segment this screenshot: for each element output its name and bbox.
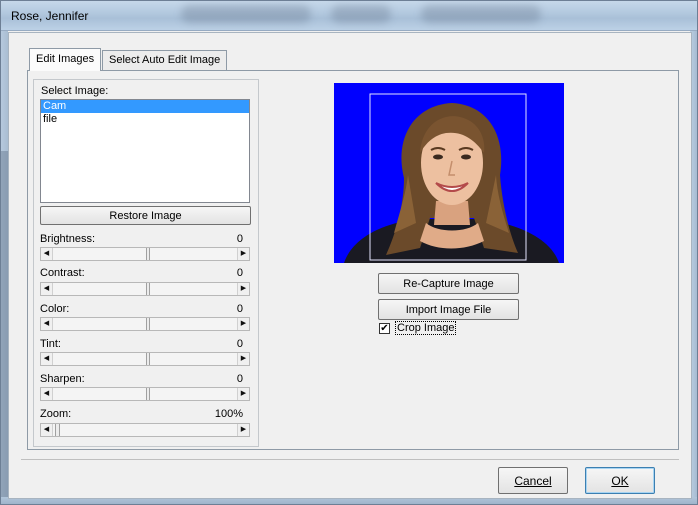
tint-label: Tint: xyxy=(40,338,61,350)
brightness-slider[interactable]: ◀ ▶ xyxy=(40,247,250,261)
tab-edit-images[interactable]: Edit Images xyxy=(29,48,102,71)
select-image-label: Select Image: xyxy=(41,85,109,97)
tab-label: Edit Images xyxy=(36,53,95,65)
scroll-right-icon[interactable]: ▶ xyxy=(237,283,249,295)
slider-thumb[interactable] xyxy=(146,248,150,260)
scroll-left-icon[interactable]: ◀ xyxy=(41,388,53,400)
sharpen-label: Sharpen: xyxy=(40,373,85,385)
portrait-photo xyxy=(334,83,564,263)
scroll-right-icon[interactable]: ▶ xyxy=(237,318,249,330)
color-value: 0 xyxy=(236,303,243,315)
zoom-slider[interactable]: ◀ ▶ xyxy=(40,423,250,437)
image-listbox[interactable]: Cam file xyxy=(40,99,250,203)
scroll-left-icon[interactable]: ◀ xyxy=(41,248,53,260)
color-slider[interactable]: ◀ ▶ xyxy=(40,317,250,331)
image-preview[interactable] xyxy=(334,83,564,263)
import-image-file-button[interactable]: Import Image File xyxy=(378,299,519,320)
scroll-left-icon[interactable]: ◀ xyxy=(41,283,53,295)
zoom-label: Zoom: xyxy=(40,408,72,420)
contrast-value: 0 xyxy=(236,267,243,279)
window-border-left xyxy=(1,31,8,504)
color-label: Color: xyxy=(40,303,70,315)
slider-thumb[interactable] xyxy=(146,388,150,400)
scroll-left-icon[interactable]: ◀ xyxy=(41,318,53,330)
dialog-window: Rose, Jennifer Select Auto Edit Image Ed… xyxy=(0,0,698,505)
footer-separator xyxy=(21,459,679,460)
scroll-left-icon[interactable]: ◀ xyxy=(41,353,53,365)
slider-thumb[interactable] xyxy=(146,318,150,330)
scroll-right-icon[interactable]: ▶ xyxy=(237,353,249,365)
brightness-value: 0 xyxy=(236,233,243,245)
tab-label: Select Auto Edit Image xyxy=(109,54,221,66)
cancel-button[interactable]: Cancel xyxy=(498,467,568,494)
tab-select-auto-edit-image[interactable]: Select Auto Edit Image xyxy=(102,50,228,70)
contrast-label: Contrast: xyxy=(40,267,85,279)
contrast-slider[interactable]: ◀ ▶ xyxy=(40,282,250,296)
sharpen-slider[interactable]: ◀ ▶ xyxy=(40,387,250,401)
scroll-left-icon[interactable]: ◀ xyxy=(41,424,53,436)
brightness-label: Brightness: xyxy=(40,233,96,245)
zoom-value: 100% xyxy=(214,408,243,420)
slider-thumb[interactable] xyxy=(146,283,150,295)
sharpen-value: 0 xyxy=(236,373,243,385)
scroll-right-icon[interactable]: ▶ xyxy=(237,424,249,436)
restore-image-button[interactable]: Restore Image xyxy=(40,206,251,225)
window-title: Rose, Jennifer xyxy=(11,9,89,23)
ok-button[interactable]: OK xyxy=(585,467,655,494)
slider-thumb[interactable] xyxy=(55,424,60,436)
list-item-file[interactable]: file xyxy=(41,113,249,126)
recapture-image-button[interactable]: Re-Capture Image xyxy=(378,273,519,294)
check-mark-icon: ✔ xyxy=(380,323,389,334)
scroll-right-icon[interactable]: ▶ xyxy=(237,248,249,260)
list-item-cam[interactable]: Cam xyxy=(41,100,249,113)
title-bar[interactable]: Rose, Jennifer xyxy=(1,1,697,31)
crop-image-label[interactable]: Crop Image xyxy=(395,321,457,335)
scroll-right-icon[interactable]: ▶ xyxy=(237,388,249,400)
slider-thumb[interactable] xyxy=(146,353,150,365)
tint-slider[interactable]: ◀ ▶ xyxy=(40,352,250,366)
tint-value: 0 xyxy=(236,338,243,350)
crop-image-checkbox[interactable]: ✔ xyxy=(379,323,390,334)
